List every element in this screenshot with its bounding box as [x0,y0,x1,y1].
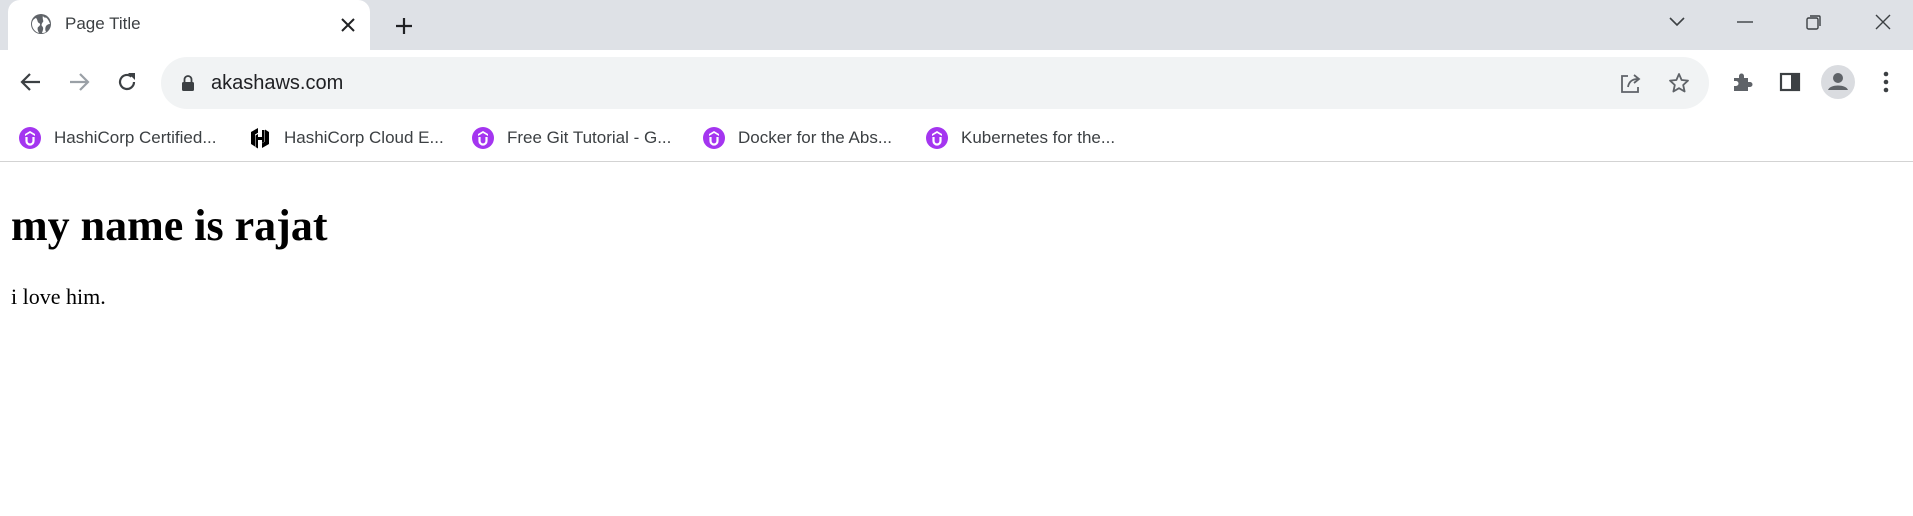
tab-title: Page Title [65,14,141,33]
bookmark-item[interactable]: HashiCorp Cloud E... [249,122,444,154]
bookmark-item[interactable]: Free Git Tutorial - G... [472,122,671,154]
bookmark-label: Docker for the Abs... [738,128,893,147]
close-tab-icon[interactable] [336,13,360,37]
new-tab-icon[interactable] [388,10,420,42]
bookmark-label: Free Git Tutorial - G... [507,128,672,147]
reload-icon[interactable] [108,63,146,101]
globe-icon [30,13,52,35]
udemy-icon [472,127,494,149]
hashicorp-icon [249,127,271,149]
page-paragraph: i love him. [11,284,106,309]
page-heading: my name is rajat [11,201,328,250]
bookmark-label: Kubernetes for the... [961,128,1116,147]
url-text[interactable]: akashaws.com [211,72,343,95]
page-content: my name is rajat i love him. [0,163,1913,516]
bookmark-item[interactable]: Kubernetes for the... [926,122,1115,154]
udemy-icon [19,127,41,149]
back-icon[interactable] [12,63,50,101]
bookmark-label: HashiCorp Certified... [54,128,217,147]
bookmark-item[interactable]: HashiCorp Certified... [19,122,217,154]
bookmark-item[interactable]: Docker for the Abs... [703,122,892,154]
tab-page-title[interactable]: Page Title [8,0,370,50]
tab-strip: Page Title [0,0,1913,50]
share-icon[interactable] [1613,65,1649,101]
minimize-icon[interactable] [1711,0,1779,44]
lock-icon[interactable] [181,75,195,91]
tab-search-icon[interactable] [1643,0,1711,44]
bookmark-star-icon[interactable] [1661,65,1697,101]
restore-icon[interactable] [1780,0,1848,44]
menu-icon[interactable] [1867,63,1905,101]
side-panel-icon[interactable] [1771,63,1809,101]
extensions-icon[interactable] [1723,63,1761,101]
bookmarks-bar: HashiCorp Certified... HashiCorp Cloud E… [0,116,1913,162]
forward-icon[interactable] [60,63,98,101]
browser-toolbar: akashaws.com [0,50,1913,116]
profile-avatar-icon[interactable] [1819,63,1857,101]
address-bar[interactable]: akashaws.com [161,57,1709,109]
udemy-icon [703,127,725,149]
close-window-icon[interactable] [1849,0,1913,44]
udemy-icon [926,127,948,149]
bookmark-label: HashiCorp Cloud E... [284,128,444,147]
